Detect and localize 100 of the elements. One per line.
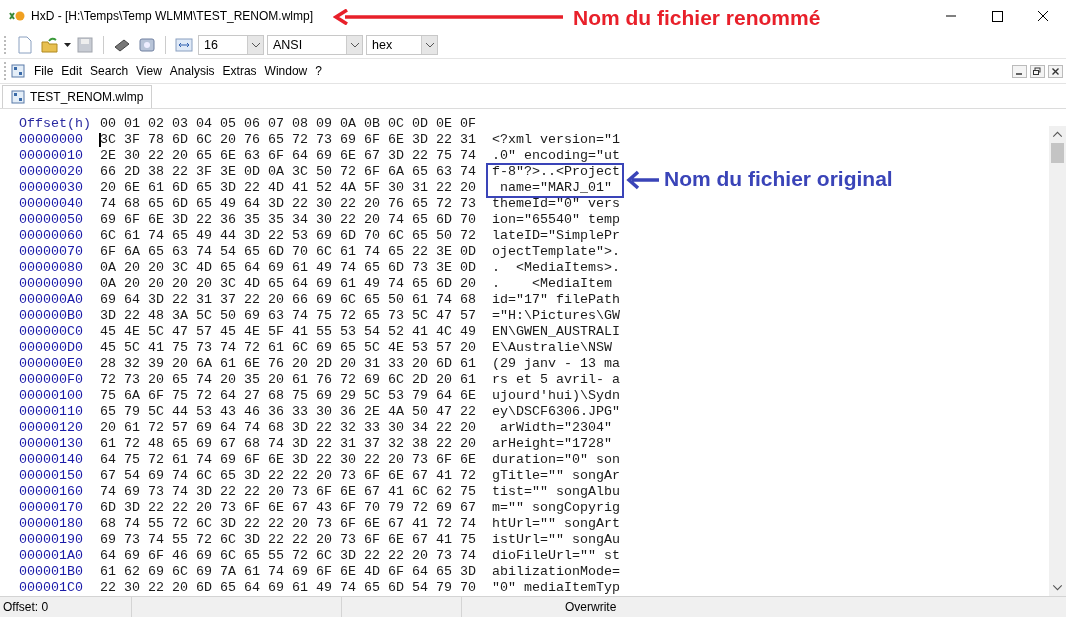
hex-bytes[interactable]: 45 5C 41 75 73 74 72 61 6C 69 65 5C 4E 53 57 20: [100, 342, 492, 354]
minimize-document-button[interactable]: [1012, 64, 1027, 78]
offset-label: 00000080: [19, 262, 84, 274]
caret-icon[interactable]: [64, 42, 71, 47]
hex-bytes[interactable]: 69 73 74 55 72 6C 3D 22 22 20 73 6F 6E 67 41 75: [100, 534, 492, 546]
hex-bytes[interactable]: 74 69 73 74 3D 22 22 20 73 6F 6E 67 41 6C 62 75: [100, 486, 492, 498]
hex-bytes[interactable]: 0A 20 20 3C 4D 65 64 69 61 49 74 65 6D 73 3E 0D: [100, 262, 492, 274]
document-icon[interactable]: [11, 64, 25, 78]
text-bytes[interactable]: abilizationMode=: [492, 566, 620, 578]
scrollbar-thumb[interactable]: [1051, 143, 1064, 163]
offset-label: 00000160: [19, 486, 84, 498]
hex-bytes[interactable]: 20 6E 61 6D 65 3D 22 4D 41 52 4A 5F 30 31 22 20: [100, 182, 492, 194]
offset-label: 000000F0: [19, 374, 84, 386]
hex-bytes[interactable]: 67 54 69 74 6C 65 3D 22 22 20 73 6F 6E 67 41 72: [100, 470, 492, 482]
offset-label: 000000A0: [19, 294, 84, 306]
text-bytes[interactable]: duration="0" son: [492, 454, 620, 466]
restore-document-button[interactable]: [1030, 64, 1045, 78]
menu-item[interactable]: Analysis: [165, 64, 219, 78]
text-bytes[interactable]: arHeight="1728": [492, 438, 620, 450]
text-bytes[interactable]: arWidth="2304": [492, 422, 620, 434]
menu-item[interactable]: Search: [86, 64, 133, 78]
text-bytes[interactable]: name="MARJ_01": [492, 182, 620, 194]
hex-bytes[interactable]: 28 32 39 20 6A 61 6E 76 20 2D 20 31 33 20 6D 61: [100, 358, 492, 370]
hex-bytes[interactable]: 6F 6A 65 63 74 54 65 6D 70 6C 61 74 65 22 3E 0D: [100, 246, 492, 258]
menu-item[interactable]: Edit: [57, 64, 87, 78]
text-bytes[interactable]: EN\GWEN_AUSTRALI: [492, 326, 620, 338]
close-document-button[interactable]: [1048, 64, 1063, 78]
text-bytes[interactable]: . <MediaItem: [492, 278, 620, 290]
open-folder-icon[interactable]: [41, 35, 59, 54]
offset-label: 000000E0: [19, 358, 84, 370]
hex-bytes[interactable]: 74 68 65 6D 65 49 64 3D 22 30 22 20 76 65 72 73: [100, 198, 492, 210]
text-bytes[interactable]: htUrl="" songArt: [492, 518, 620, 530]
text-bytes[interactable]: m="" songCopyrig: [492, 502, 620, 514]
text-bytes[interactable]: ujourd'hui)\Sydn: [492, 390, 620, 402]
text-cursor: [99, 133, 101, 147]
hex-bytes[interactable]: 69 6F 6E 3D 22 36 35 35 34 30 22 20 74 65 6D 70: [100, 214, 492, 226]
document-icon: [11, 90, 25, 104]
hex-bytes[interactable]: 64 75 72 61 74 69 6F 6E 3D 22 30 22 20 73 6F 6E: [100, 454, 492, 466]
offset-label: 00000150: [19, 470, 84, 482]
text-bytes[interactable]: ion="65540" temp: [492, 214, 620, 226]
text-bytes[interactable]: (29 janv - 13 ma: [492, 358, 620, 370]
hex-bytes[interactable]: 20 61 72 57 69 64 74 68 3D 22 32 33 30 34 22 20: [100, 422, 492, 434]
text-bytes[interactable]: lateID="SimplePr: [492, 230, 620, 242]
hex-bytes[interactable]: 69 64 3D 22 31 37 22 20 66 69 6C 65 50 61 74 68: [100, 294, 492, 306]
text-bytes[interactable]: tist="" songAlbu: [492, 486, 620, 498]
text-bytes[interactable]: themeId="0" vers: [492, 198, 620, 210]
hex-bytes[interactable]: 64 69 6F 46 69 6C 65 55 72 6C 3D 22 22 20 73 74: [100, 550, 492, 562]
text-bytes[interactable]: id="17" filePath: [492, 294, 620, 306]
offset-label: 00000130: [19, 438, 84, 450]
text-bytes[interactable]: E\Australie\NSW: [492, 342, 620, 354]
hex-bytes[interactable]: 61 62 69 6C 69 7A 61 74 69 6F 6E 4D 6F 64 65 3D: [100, 566, 492, 578]
text-bytes[interactable]: . <MediaItems>.: [492, 262, 620, 274]
text-bytes[interactable]: <?xml version="1: [492, 134, 620, 146]
text-bytes[interactable]: istUrl="" songAu: [492, 534, 620, 546]
hex-bytes[interactable]: 6D 3D 22 22 20 73 6F 6E 67 43 6F 70 79 72 69 67: [100, 502, 492, 514]
bytes-per-row-dropdown[interactable]: 16: [198, 34, 264, 55]
offset-label: 00000120: [19, 422, 84, 434]
menu-item[interactable]: Extras: [218, 64, 261, 78]
annotation-label: Nom du fichier original: [664, 167, 893, 191]
display-mode-dropdown[interactable]: hex: [366, 34, 438, 55]
disk-drive-icon[interactable]: [138, 35, 156, 54]
text-bytes[interactable]: dioFileUrl="" st: [492, 550, 620, 562]
offset-label: 000001A0: [19, 550, 84, 562]
hex-bytes[interactable]: 6C 61 74 65 49 44 3D 22 53 69 6D 70 6C 65 50 72: [100, 230, 492, 242]
chevron-icon: [250, 41, 261, 48]
text-bytes[interactable]: ="H:\Pictures\GW: [492, 310, 620, 322]
offset-label: 000000D0: [19, 342, 84, 354]
file-tab[interactable]: TEST_RENOM.wlmp: [2, 85, 153, 108]
offset-label: 00000140: [19, 454, 84, 466]
text-bytes[interactable]: rs et 5 avril- a: [492, 374, 620, 386]
chevron-icon: [424, 41, 435, 48]
hex-bytes[interactable]: 68 74 55 72 6C 3D 22 22 20 73 6F 6E 67 41 72 74: [100, 518, 492, 530]
hex-bytes[interactable]: 72 73 20 65 74 20 35 20 61 76 72 69 6C 2D 20 61: [100, 374, 492, 386]
hex-bytes[interactable]: 2E 30 22 20 65 6E 63 6F 64 69 6E 67 3D 22 75 74: [100, 150, 492, 162]
hex-bytes[interactable]: 45 4E 5C 47 57 45 4E 5F 41 55 53 54 52 41 4C 49: [100, 326, 492, 338]
charset-dropdown[interactable]: ANSI: [267, 34, 363, 55]
text-bytes[interactable]: ey\DSCF6306.JPG": [492, 406, 620, 418]
menu-item[interactable]: File: [30, 64, 58, 78]
hex-bytes[interactable]: 75 6A 6F 75 72 64 27 68 75 69 29 5C 53 79 64 6E: [100, 390, 492, 402]
text-bytes[interactable]: ojectTemplate">.: [492, 246, 620, 258]
menu-item[interactable]: Window: [260, 64, 312, 78]
text-bytes[interactable]: f-8"?>..<Project: [492, 166, 620, 178]
column-header: 00 01 02 03 04 05 06 07 08 09 0A 0B 0C 0D 0E 0F: [100, 118, 477, 130]
text-bytes[interactable]: gTitle="" songAr: [492, 470, 620, 482]
offset-label: 00000180: [19, 518, 84, 530]
offset-label: 00000030: [19, 182, 84, 194]
offset-label: 000001B0: [19, 566, 84, 578]
hex-bytes[interactable]: 22 30 22 20 6D 65 64 69 61 49 74 65 6D 54 79 70: [100, 582, 492, 594]
hex-bytes[interactable]: 66 2D 38 22 3F 3E 0D 0A 3C 50 72 6F 6A 65 63 74: [100, 166, 492, 178]
bytes-per-row-icon: [175, 35, 193, 54]
hex-bytes[interactable]: 65 79 5C 44 53 43 46 36 33 30 36 2E 4A 50 47 22: [100, 406, 492, 418]
hex-bytes[interactable]: 3C 3F 78 6D 6C 20 76 65 72 73 69 6F 6E 3D 22 31: [100, 134, 492, 146]
hex-bytes[interactable]: 61 72 48 65 69 67 68 74 3D 22 31 37 32 38 22 20: [100, 438, 492, 450]
hex-bytes[interactable]: 0A 20 20 20 20 3C 4D 65 64 69 61 49 74 65 6D 20: [100, 278, 492, 290]
menu-item[interactable]: View: [132, 64, 166, 78]
text-bytes[interactable]: .0" encoding="ut: [492, 150, 620, 162]
text-bytes[interactable]: "0" mediaItemTyp: [492, 582, 620, 594]
offset-label: 000000B0: [19, 310, 84, 322]
hex-bytes[interactable]: 3D 22 48 3A 5C 50 69 63 74 75 72 65 73 5C 47 57: [100, 310, 492, 322]
menu-item[interactable]: ?: [311, 64, 326, 78]
